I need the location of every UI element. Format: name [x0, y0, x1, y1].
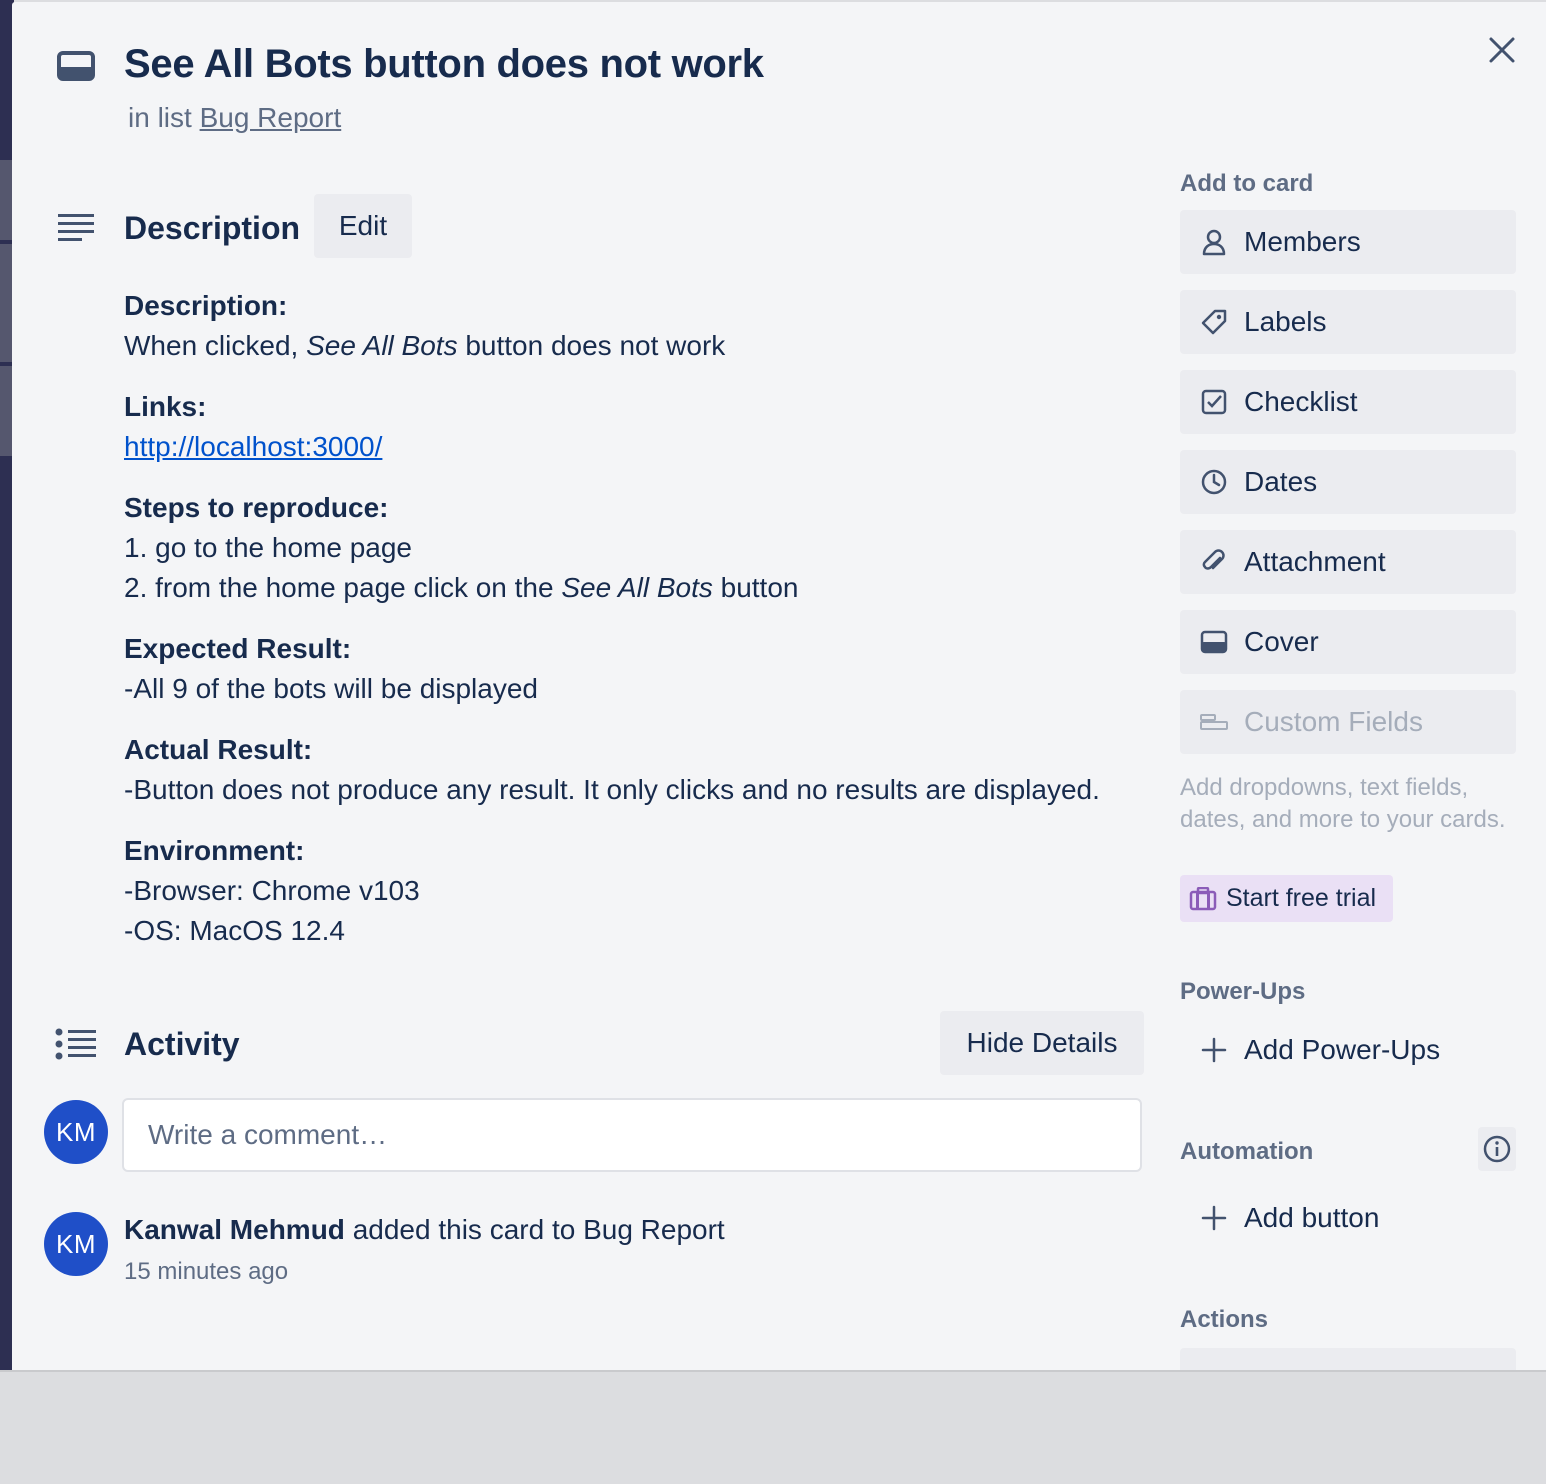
step-text-part: button — [712, 572, 799, 603]
automation-label: Automation — [1180, 1138, 1314, 1165]
info-icon — [1483, 1135, 1511, 1163]
in-list-line: in list Bug Report — [128, 102, 341, 134]
add-button-button[interactable]: Add button — [1180, 1188, 1516, 1248]
desc-text-part: When clicked, — [124, 330, 307, 361]
environment-os: -OS: MacOS 12.4 — [124, 915, 345, 946]
backdrop-card — [0, 160, 12, 240]
cover-button[interactable]: Cover — [1180, 610, 1516, 674]
desc-text: When clicked, See All Bots button does n… — [124, 326, 1164, 366]
plus-icon — [1180, 1037, 1244, 1063]
activity-action: added this card to Bug Report — [344, 1214, 725, 1245]
labels-button[interactable]: Labels — [1180, 290, 1516, 354]
card-detail-modal: See All Bots button does not work in lis… — [12, 2, 1546, 1370]
step-text-emphasis: See All Bots — [561, 572, 713, 603]
plus-icon — [1180, 1205, 1244, 1231]
members-label: Members — [1244, 226, 1361, 257]
dates-button[interactable]: Dates — [1180, 450, 1516, 514]
description-body[interactable]: Description: When clicked, See All Bots … — [124, 286, 1164, 972]
desc-block-steps: Steps to reproduce: 1. go to the home pa… — [124, 488, 1164, 608]
desc-block-links: Links: http://localhost:3000/ — [124, 387, 1164, 467]
start-free-trial-button[interactable]: Start free trial — [1180, 875, 1393, 922]
comment-input[interactable]: Write a comment… — [122, 1098, 1142, 1172]
paperclip-icon — [1180, 548, 1244, 576]
links-label: Links: — [124, 391, 207, 422]
environment-browser: -Browser: Chrome v103 — [124, 875, 420, 906]
activity-actor[interactable]: Kanwal Mehmud — [124, 1214, 345, 1245]
custom-fields-label: Custom Fields — [1244, 706, 1423, 737]
activity-timestamp[interactable]: 15 minutes ago — [124, 1258, 288, 1286]
actions-label: Actions — [1180, 1306, 1269, 1333]
in-list-prefix: in list — [128, 102, 192, 133]
custom-fields-icon — [1180, 712, 1244, 732]
desc-block-environment: Environment: -Browser: Chrome v103 -OS: … — [124, 831, 1164, 951]
checklist-label: Checklist — [1244, 386, 1358, 417]
cover-icon — [1180, 630, 1244, 654]
actual-label: Actual Result: — [124, 734, 313, 765]
current-user-avatar[interactable]: KM — [44, 1100, 108, 1164]
step-1: 1. go to the home page — [124, 532, 412, 563]
backdrop-card — [0, 244, 12, 362]
hide-details-button[interactable]: Hide Details — [940, 1011, 1144, 1075]
attachment-label: Attachment — [1244, 546, 1386, 577]
edit-description-button[interactable]: Edit — [314, 194, 412, 258]
add-powerups-button[interactable]: Add Power-Ups — [1180, 1020, 1516, 1080]
steps-label: Steps to reproduce: — [124, 492, 389, 523]
add-button-label: Add button — [1244, 1202, 1380, 1233]
bottom-bar — [0, 1370, 1546, 1484]
cover-label: Cover — [1244, 626, 1319, 657]
desc-text-part: button does not work — [457, 330, 726, 361]
expected-label: Expected Result: — [124, 633, 352, 664]
description-heading: Description — [124, 210, 301, 246]
backdrop-card — [0, 366, 12, 456]
actual-text: -Button does not produce any result. It … — [124, 774, 1100, 805]
dates-label: Dates — [1244, 466, 1318, 497]
actions-move-button[interactable] — [1180, 1348, 1516, 1370]
person-icon — [1180, 228, 1244, 256]
desc-text-emphasis: See All Bots — [306, 330, 458, 361]
desc-block-actual: Actual Result: -Button does not produce … — [124, 730, 1164, 810]
close-button[interactable] — [1482, 30, 1522, 70]
activity-entry: Kanwal Mehmud added this card to Bug Rep… — [124, 1214, 725, 1246]
checkbox-icon — [1180, 388, 1244, 416]
members-button[interactable]: Members — [1180, 210, 1516, 274]
custom-fields-button[interactable]: Custom Fields — [1180, 690, 1516, 754]
add-powerups-label: Add Power-Ups — [1244, 1034, 1441, 1065]
desc-block-expected: Expected Result: -All 9 of the bots will… — [124, 629, 1164, 709]
tag-icon — [1180, 308, 1244, 336]
start-free-trial-label: Start free trial — [1226, 884, 1377, 912]
desc-label: Description: — [124, 290, 288, 321]
attachment-button[interactable]: Attachment — [1180, 530, 1516, 594]
custom-fields-help-text: Add dropdowns, text fields, dates, and m… — [1180, 774, 1506, 833]
activity-icon — [54, 1028, 98, 1060]
step-2: 2. from the home page click on the See A… — [124, 568, 1164, 608]
step-text-part: 2. from the home page click on the — [124, 572, 562, 603]
expected-text: -All 9 of the bots will be displayed — [124, 673, 538, 704]
activity-heading: Activity — [124, 1026, 240, 1062]
desc-block-description: Description: When clicked, See All Bots … — [124, 286, 1164, 366]
card-title[interactable]: See All Bots button does not work — [124, 42, 764, 87]
labels-label: Labels — [1244, 306, 1327, 337]
powerups-label: Power-Ups — [1180, 978, 1306, 1005]
close-icon — [1489, 37, 1515, 63]
activity-avatar[interactable]: KM — [44, 1212, 108, 1276]
environment-label: Environment: — [124, 835, 305, 866]
description-icon — [56, 212, 96, 244]
briefcase-icon — [1180, 886, 1226, 911]
card-icon — [56, 50, 96, 84]
checklist-button[interactable]: Checklist — [1180, 370, 1516, 434]
clock-icon — [1180, 468, 1244, 496]
add-to-card-label: Add to card — [1180, 170, 1314, 197]
list-name-link[interactable]: Bug Report — [200, 102, 342, 133]
localhost-link[interactable]: http://localhost:3000/ — [124, 431, 382, 462]
automation-info-button[interactable] — [1478, 1127, 1516, 1171]
